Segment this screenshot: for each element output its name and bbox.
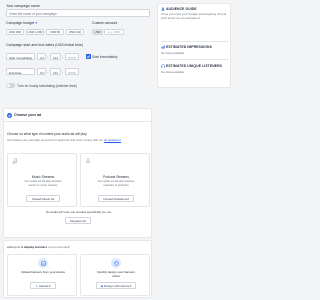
start-day-input[interactable]: DD (37, 53, 46, 60)
ad-guidelines-link[interactable]: ad guidelines (104, 138, 121, 142)
check-icon (8, 114, 12, 117)
listeners-value: No data available (161, 70, 185, 74)
design-banners-card[interactable]: Quickly design your banners online ◉ Des… (80, 254, 150, 296)
section-divider (4, 121, 153, 122)
audio-ad-section: Choose your ad Choose on what type of co… (3, 108, 153, 238)
upload-banners-title: Upload banners from your device (20, 270, 66, 274)
start-immediately-checkbox[interactable] (86, 54, 91, 59)
audience-guide-text: Once you input your budget and targeting… (161, 12, 227, 20)
upload-arrow-icon: ⇪ (35, 284, 38, 288)
hourly-scheduling-toggle[interactable] (6, 83, 15, 88)
audio-guidelines-text: All creatives are manually screened for … (7, 138, 121, 142)
canva-logo-icon: ◉ (100, 284, 104, 288)
image-icon (40, 261, 46, 265)
music-streams-card[interactable]: Music Streams Your audio ad will play be… (7, 153, 77, 207)
design-with-canva-button[interactable]: ◉ Design with Canva ▾ (96, 282, 136, 289)
campaign-name-label: Your campaign name (6, 4, 40, 8)
chart-icon (161, 45, 165, 49)
music-card-desc: Your audio ad will play between tracks o… (24, 180, 62, 187)
campaign-name-input[interactable]: Enter the name of your campaign (6, 9, 150, 17)
end-date-select[interactable]: End Date (6, 68, 35, 75)
custom-amount-label: Custom amount (92, 21, 118, 25)
end-day-input[interactable]: DD (37, 68, 46, 75)
start-year-input[interactable]: YYYY (65, 53, 79, 60)
audio-section-title: Choose your ad (14, 113, 42, 118)
sidebar-divider (161, 59, 229, 60)
headphones-icon (161, 64, 165, 68)
no-audio-text: No audio ad? Get one created specificall… (45, 210, 112, 214)
canva-icon-circle (111, 258, 121, 268)
microphone-icon (86, 158, 90, 164)
currency-badge: USD (92, 29, 103, 35)
date-separator: - (62, 54, 64, 59)
sidebar-divider (161, 41, 229, 42)
budget-option-4[interactable]: USD 10K (66, 29, 84, 35)
end-month-input[interactable]: MM (50, 68, 61, 75)
podcast-streams-card[interactable]: Podcast Streams Your audio ad will play … (80, 153, 150, 207)
toggle-knob (6, 83, 11, 88)
start-immediately-label: Start immediately (92, 54, 118, 59)
date-separator: - (47, 69, 49, 74)
upload-podcast-ad-button[interactable]: Upload Podcast Ad (98, 195, 134, 202)
budget-option-1[interactable]: USD 30K (6, 29, 24, 35)
dates-label: Campaign start and end dates (US/Central… (6, 43, 83, 47)
upload-icon-circle (38, 258, 48, 268)
custom-amount-input[interactable]: e.g. 1800 (104, 29, 124, 35)
custom-amount-field[interactable]: USD e.g. 1800 (92, 29, 132, 35)
display-banner-section: Add up to 3 display banners (recommended… (3, 240, 152, 298)
music-note-icon (12, 158, 17, 164)
display-banner-text: Add up to 3 display banners (recommended… (7, 245, 70, 249)
palette-icon (113, 260, 119, 266)
audience-sidebar: AUDIENCE GUIDE Once you input your budge… (157, 3, 231, 88)
request-ad-button[interactable]: Request ad (65, 217, 91, 224)
budget-option-3[interactable]: USD 5K (46, 29, 64, 35)
upload-button[interactable]: ⇪ Upload ▾ (30, 282, 56, 289)
audio-choose-text: Choose on what type of content your audi… (7, 132, 87, 136)
impressions-value: No data available (161, 51, 185, 55)
budget-option-2[interactable]: USD 1,000 (26, 29, 44, 35)
start-date-select[interactable]: Start immediately (6, 53, 35, 60)
upload-music-ad-button[interactable]: Upload Music Ad (26, 195, 60, 202)
date-separator: - (47, 54, 49, 59)
podcast-card-desc: Your audio ad will play between episodes… (97, 180, 135, 187)
podcast-card-title: Podcast Streams (103, 175, 129, 179)
chevron-down-icon: ▾ (129, 284, 132, 288)
check-icon (86, 55, 91, 59)
hourly-scheduling-label: Turn on hourly scheduling (Listener time… (17, 84, 77, 88)
start-month-input[interactable]: MM (50, 53, 61, 60)
date-separator: - (62, 69, 64, 74)
step-badge (7, 112, 12, 118)
chevron-down-icon: ▾ (49, 284, 51, 288)
end-year-input[interactable]: YYYY (65, 68, 79, 75)
design-banners-title: Quickly design your banners online (97, 270, 135, 278)
people-icon (161, 7, 165, 11)
music-card-title: Music Streams (31, 175, 55, 179)
budget-options: USD 30K USD 1,000 USD 5K USD 10K (6, 29, 86, 35)
upload-banners-card[interactable]: Upload banners from your device ⇪ Upload… (7, 254, 77, 296)
budget-label: Campaign budget ▾ (6, 21, 38, 25)
